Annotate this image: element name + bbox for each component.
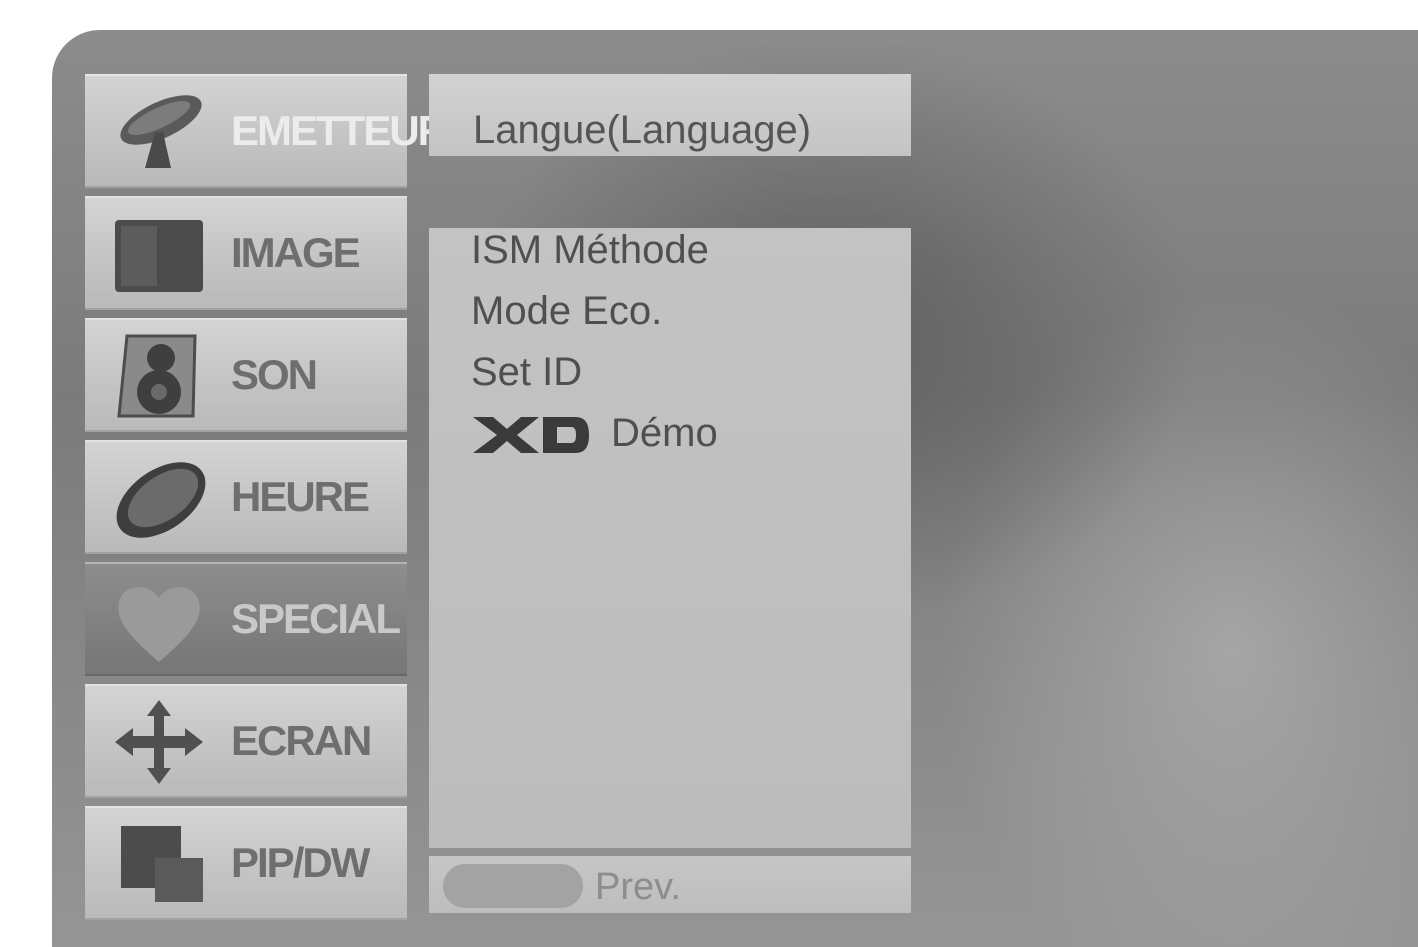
menu-key-pill[interactable]: [443, 864, 583, 908]
screen-icon: [115, 220, 203, 292]
menu-item-label: EMETTEUR: [231, 107, 448, 154]
speaker-icon: [117, 334, 197, 418]
submenu-item-label: ISM Méthode: [471, 228, 709, 272]
pip-icon: [121, 826, 203, 902]
heart-icon: [118, 587, 200, 662]
submenu-item-xd-demo[interactable]: Démo: [471, 403, 718, 463]
submenu-item-mode-eco[interactable]: Mode Eco.: [471, 281, 662, 341]
submenu-item-label: Set ID: [471, 350, 583, 394]
menu-item-emetteur[interactable]: EMETTEUR: [85, 74, 448, 188]
prev-label: Prev.: [595, 866, 681, 908]
satellite-dish-icon: [120, 95, 202, 168]
submenu-list: ISM Méthode Mode Eco. Set ID Démo: [429, 228, 911, 848]
menu-item-label: HEURE: [231, 473, 370, 520]
menu-item-image[interactable]: IMAGE: [85, 196, 407, 310]
menu-item-label: IMAGE: [231, 229, 361, 276]
menu-item-label: SPECIAL: [231, 595, 401, 642]
move-arrows-icon: [115, 700, 203, 784]
menu-item-pip-dw[interactable]: PIP/DW: [85, 806, 407, 920]
menu-item-label: ECRAN: [231, 717, 372, 764]
submenu-footer: Prev.: [429, 856, 911, 913]
clock-icon: [116, 462, 206, 538]
submenu-item-label: Démo: [611, 411, 718, 455]
menu-item-ecran[interactable]: ECRAN: [85, 684, 407, 798]
submenu-title: Langue(Language): [473, 108, 812, 152]
menu-item-special[interactable]: SPECIAL: [85, 562, 407, 676]
menu-item-son[interactable]: SON: [85, 318, 407, 432]
menu-item-heure[interactable]: HEURE: [85, 440, 407, 554]
submenu-title-bar[interactable]: Langue(Language): [429, 74, 911, 156]
xd-logo-icon: [473, 417, 589, 454]
menu-item-label: SON: [231, 351, 318, 398]
menu-item-label: PIP/DW: [231, 839, 370, 886]
submenu-item-label: Mode Eco.: [471, 289, 663, 333]
submenu-item-ism-methode[interactable]: ISM Méthode: [471, 220, 709, 280]
osd-menu-window: EMETTEUR IMAGE SON HEURE SPECIAL ECRAN P…: [52, 30, 1418, 947]
submenu-item-set-id[interactable]: Set ID: [471, 342, 582, 402]
